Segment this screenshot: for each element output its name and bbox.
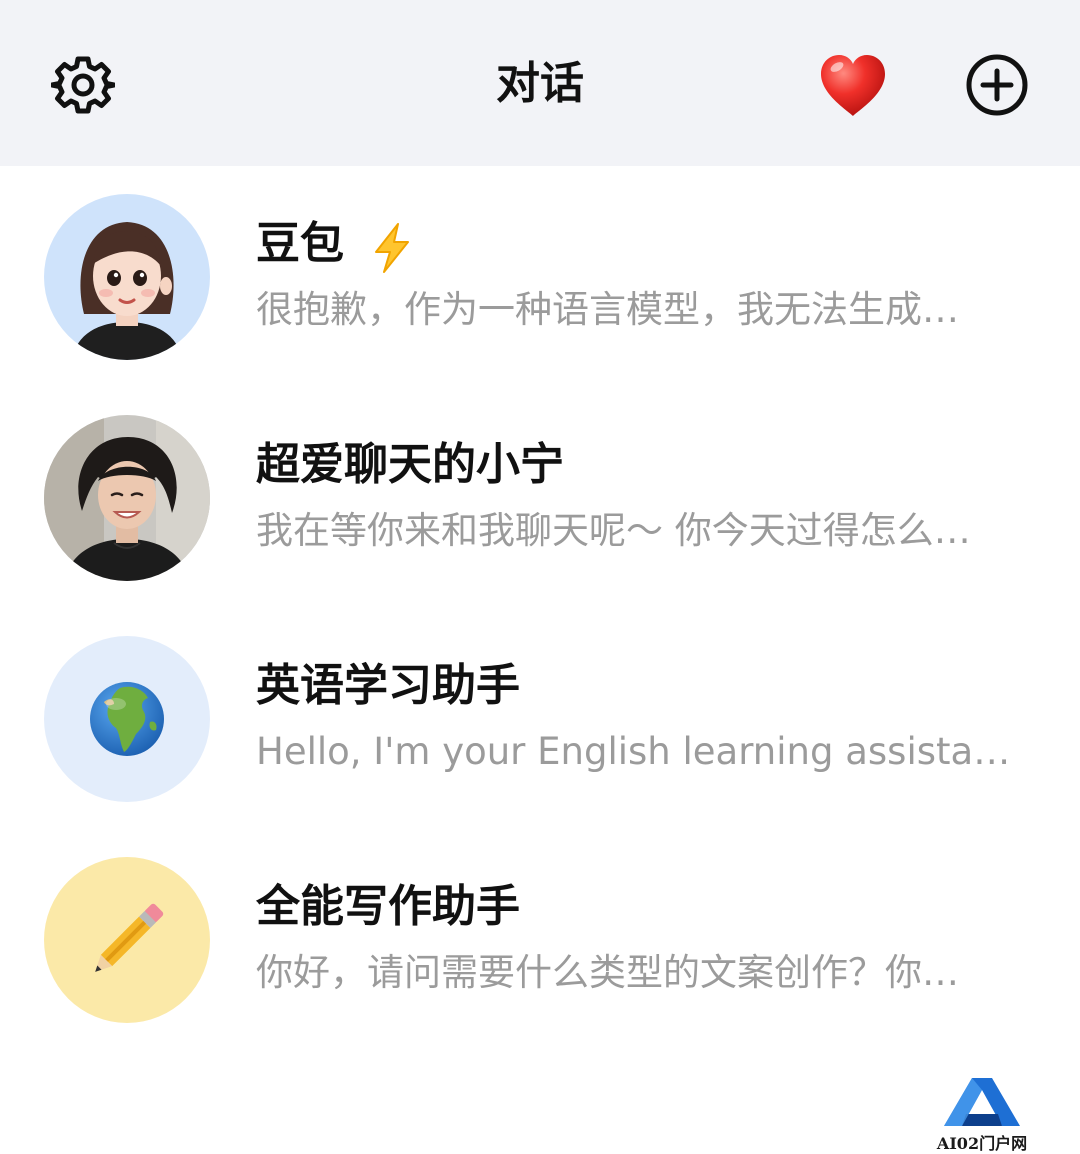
conversation-row-doubao[interactable]: 豆包 很抱歉，作为一种语言模型，我无法生成… (0, 166, 1080, 386)
settings-button[interactable] (46, 48, 120, 122)
conversation-row-writing[interactable]: 全能写作助手 你好，请问需要什么类型的文案创作？你… (0, 829, 1080, 1049)
page-title: 对话 (496, 58, 584, 109)
conversation-row-xiaoning[interactable]: 超爱聊天的小宁 我在等你来和我聊天呢～ 你今天过得怎么… (0, 387, 1080, 607)
pencil-avatar (44, 857, 210, 1023)
conversation-name: 全能写作助手 (256, 881, 520, 932)
plus-circle-icon (966, 54, 1028, 116)
avatar (44, 857, 210, 1023)
watermark-text: AI02门户网 (936, 1134, 1028, 1153)
avatar (44, 194, 210, 360)
favorites-button[interactable] (813, 46, 893, 126)
avatar (44, 636, 210, 802)
conversation-preview: 我在等你来和我聊天呢～ 你今天过得怎么… (256, 509, 971, 552)
conversation-preview: 很抱歉，作为一种语言模型，我无法生成… (256, 288, 959, 331)
heart-icon (821, 55, 885, 116)
conversation-name: 英语学习助手 (256, 660, 520, 711)
globe-avatar (44, 636, 210, 802)
gear-icon (51, 56, 115, 114)
site-logo-icon (944, 1078, 1020, 1126)
conversation-name: 豆包 (256, 218, 344, 269)
cartoon-girl-avatar (44, 194, 210, 360)
watermark-logo: AI02门户网 (930, 1074, 1034, 1153)
lightning-icon (375, 223, 409, 273)
conversation-preview: Hello, I'm your English learning assista… (256, 730, 1020, 773)
conversation-name: 超爱聊天的小宁 (256, 439, 564, 490)
conversation-row-english[interactable]: 英语学习助手 Hello, I'm your English learning … (0, 608, 1080, 828)
conversation-preview: 你好，请问需要什么类型的文案创作？你… (256, 951, 959, 994)
photo-girl-avatar (44, 415, 210, 581)
top-bar: 对话 (0, 0, 1080, 166)
avatar (44, 415, 210, 581)
globe-icon (90, 682, 164, 756)
new-conversation-button[interactable] (960, 48, 1034, 122)
